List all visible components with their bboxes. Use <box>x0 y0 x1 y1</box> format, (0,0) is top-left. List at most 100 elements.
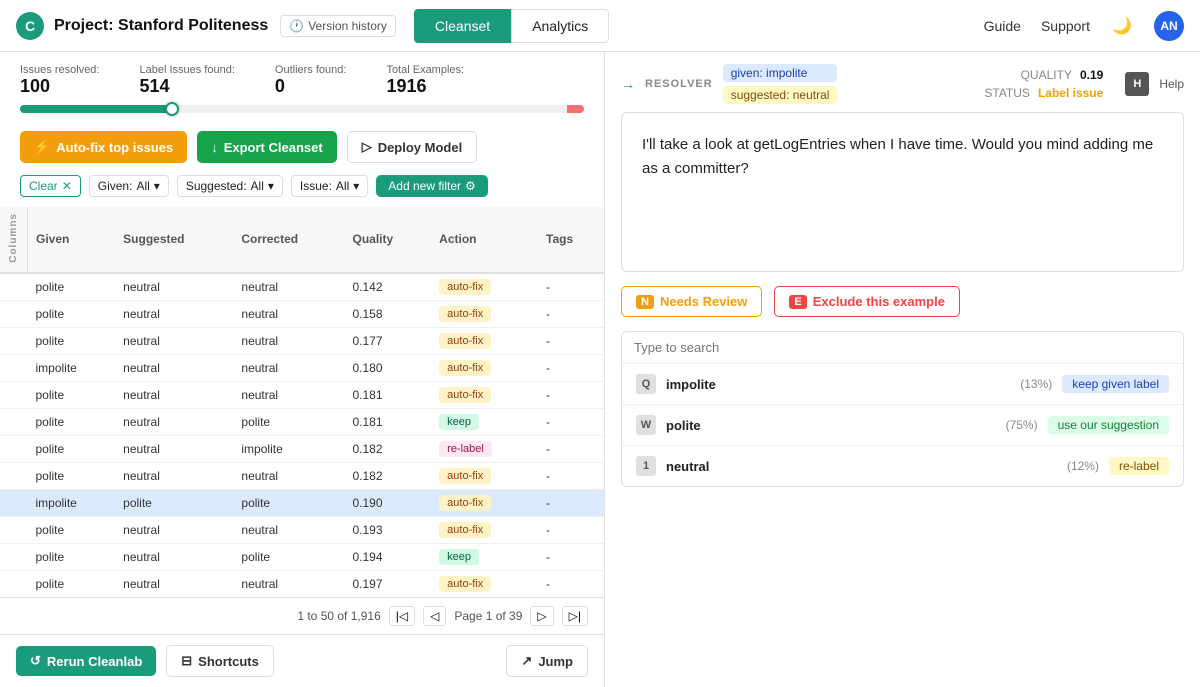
given-filter-dropdown[interactable]: Given: All ▾ <box>89 175 169 197</box>
table-row[interactable]: polite neutral neutral 0.197 auto-fix - <box>0 570 604 597</box>
cell-quality: 0.193 <box>345 516 432 543</box>
stat-issues-resolved: Issues resolved: 100 <box>20 64 99 97</box>
table-row[interactable]: polite neutral neutral 0.181 auto-fix - <box>0 381 604 408</box>
exclude-button[interactable]: E Exclude this example <box>774 286 960 317</box>
cell-quality: 0.180 <box>345 354 432 381</box>
support-link[interactable]: Support <box>1041 18 1090 34</box>
stat-label-issues: Label Issues found: 514 <box>139 64 234 97</box>
progress-track[interactable] <box>20 105 584 113</box>
cell-given: polite <box>28 273 116 301</box>
dark-mode-toggle[interactable]: 🌙 <box>1110 14 1134 38</box>
label-pct: (12%) <box>1067 459 1099 473</box>
col-corrected[interactable]: Corrected <box>233 207 344 273</box>
text-display: I'll take a look at getLogEntries when I… <box>621 112 1184 272</box>
page-indicator: Page 1 of 39 <box>454 609 522 623</box>
table-row[interactable]: polite neutral polite 0.194 keep - <box>0 543 604 570</box>
autofix-button[interactable]: ⚡ Auto-fix top issues <box>20 131 187 163</box>
stat-total-examples: Total Examples: 1916 <box>386 64 464 97</box>
clear-filter-button[interactable]: Clear ✕ <box>20 175 81 197</box>
first-page-button[interactable]: |◁ <box>389 606 415 626</box>
export-button[interactable]: ↓ Export Cleanset <box>197 131 336 163</box>
table-row[interactable]: polite neutral impolite 0.182 re-label - <box>0 435 604 462</box>
cell-given: polite <box>28 570 116 597</box>
help-button[interactable]: H <box>1125 72 1149 96</box>
issue-filter-dropdown[interactable]: Issue: All ▾ <box>291 175 368 197</box>
prev-page-button[interactable]: ◁ <box>423 606 446 626</box>
progress-thumb[interactable] <box>165 102 179 116</box>
table-row[interactable]: polite neutral neutral 0.158 auto-fix - <box>0 300 604 327</box>
table-row[interactable]: polite neutral neutral 0.177 auto-fix - <box>0 327 604 354</box>
cell-suggested: neutral <box>115 327 233 354</box>
col-given[interactable]: Given <box>28 207 116 273</box>
last-page-button[interactable]: ▷| <box>562 606 588 626</box>
table-row[interactable]: polite neutral neutral 0.142 auto-fix - <box>0 273 604 301</box>
suggested-filter-dropdown[interactable]: Suggested: All ▾ <box>177 175 283 197</box>
table-row[interactable]: impolite neutral neutral 0.180 auto-fix … <box>0 354 604 381</box>
stat-outliers: Outliers found: 0 <box>275 64 347 97</box>
help-icon: H <box>1133 78 1141 90</box>
add-filter-button[interactable]: Add new filter ⚙ <box>376 175 487 197</box>
label-option[interactable]: 1 neutral (12%) re-label <box>622 445 1183 486</box>
cell-given: polite <box>28 327 116 354</box>
action-badge: auto-fix <box>439 360 491 376</box>
row-handle-cell <box>0 273 28 301</box>
cell-given: polite <box>28 462 116 489</box>
col-tags[interactable]: Tags <box>538 207 604 273</box>
rerun-button[interactable]: ↺ Rerun Cleanlab <box>16 646 156 676</box>
table-row[interactable]: polite neutral polite 0.181 keep - <box>0 408 604 435</box>
cell-tags: - <box>538 327 604 354</box>
cell-action: keep <box>431 408 538 435</box>
next-page-button[interactable]: ▷ <box>530 606 553 626</box>
table-row[interactable]: polite neutral neutral 0.182 auto-fix - <box>0 462 604 489</box>
label-option[interactable]: Q impolite (13%) keep given label <box>622 363 1183 404</box>
data-table-container[interactable]: Columns Given Suggested Corrected Qualit… <box>0 207 604 597</box>
cell-tags: - <box>538 543 604 570</box>
jump-button[interactable]: ↗ Jump <box>506 645 588 677</box>
cell-quality: 0.142 <box>345 273 432 301</box>
col-action[interactable]: Action <box>431 207 538 273</box>
cell-corrected: polite <box>233 543 344 570</box>
filter-icon: ⊟ <box>181 653 192 669</box>
cell-tags: - <box>538 408 604 435</box>
cell-action: auto-fix <box>431 516 538 543</box>
label-search-input[interactable] <box>622 332 1183 363</box>
deploy-button[interactable]: ▷ Deploy Model <box>347 131 478 163</box>
table-row[interactable]: polite neutral neutral 0.193 auto-fix - <box>0 516 604 543</box>
col-suggested[interactable]: Suggested <box>115 207 233 273</box>
cell-action: keep <box>431 543 538 570</box>
columns-handle[interactable]: Columns <box>0 207 28 273</box>
download-icon: ↓ <box>211 140 218 155</box>
cell-quality: 0.181 <box>345 408 432 435</box>
resolver-header: → RESOLVER given: impolite suggested: ne… <box>605 52 1200 112</box>
tab-analytics[interactable]: Analytics <box>511 9 609 43</box>
cell-given: polite <box>28 408 116 435</box>
jump-icon: ↗ <box>521 653 532 669</box>
needs-review-button[interactable]: N Needs Review <box>621 286 762 317</box>
action-badge: auto-fix <box>439 495 491 511</box>
cell-suggested: neutral <box>115 354 233 381</box>
label-option[interactable]: W polite (75%) use our suggestion <box>622 404 1183 445</box>
guide-link[interactable]: Guide <box>984 18 1021 34</box>
cell-quality: 0.182 <box>345 462 432 489</box>
cell-tags: - <box>538 300 604 327</box>
row-handle-cell <box>0 462 28 489</box>
row-handle-cell <box>0 354 28 381</box>
action-badge: auto-fix <box>439 306 491 322</box>
label-kbd: 1 <box>636 456 656 476</box>
cell-corrected: neutral <box>233 300 344 327</box>
chevron-down-icon: ▾ <box>353 179 359 193</box>
cell-action: auto-fix <box>431 273 538 301</box>
col-quality[interactable]: Quality <box>345 207 432 273</box>
progress-container <box>0 105 604 123</box>
cell-tags: - <box>538 570 604 597</box>
cell-tags: - <box>538 462 604 489</box>
cell-suggested: neutral <box>115 381 233 408</box>
clock-icon: 🕐 <box>289 19 304 33</box>
header: C Project: Stanford Politeness 🕐 Version… <box>0 0 1200 52</box>
version-history-button[interactable]: 🕐 Version history <box>280 15 396 37</box>
tab-cleanset[interactable]: Cleanset <box>414 9 511 43</box>
cell-suggested: neutral <box>115 543 233 570</box>
shortcuts-button[interactable]: ⊟ Shortcuts <box>166 645 274 677</box>
table-row[interactable]: impolite polite polite 0.190 auto-fix - <box>0 489 604 516</box>
given-tag: given: impolite <box>723 64 838 82</box>
